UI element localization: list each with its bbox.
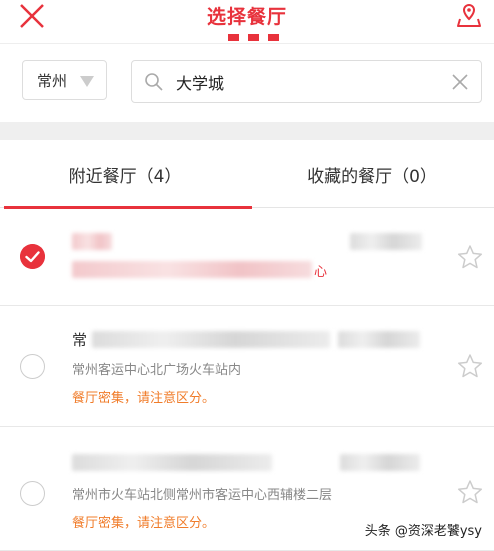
search-icon <box>145 73 163 91</box>
search-row: 常州 <box>0 44 494 122</box>
tab-favorite-restaurants[interactable]: 收藏的餐厅（0） <box>250 140 494 208</box>
search-input[interactable] <box>176 67 426 97</box>
city-select-label: 常州 <box>37 71 68 90</box>
blurred-distance <box>338 331 420 348</box>
restaurant-address: 常州市火车站北侧常州市客运中心西辅楼二层 <box>72 488 333 503</box>
address-tail: 心 <box>314 265 328 280</box>
header-bar: 选择餐厅 <box>0 0 494 44</box>
dropdown-triangle-icon <box>80 76 94 87</box>
blurred-distance <box>340 454 420 471</box>
search-box[interactable] <box>131 60 482 103</box>
step-dot <box>228 34 239 41</box>
radio-button[interactable] <box>20 481 45 506</box>
tab-bar: 附近餐厅（4） 收藏的餐厅（0） <box>0 140 494 209</box>
list-item[interactable]: 常 常州客运中心北广场火车站内 餐厅密集，请注意区分。 <box>0 307 494 427</box>
checked-radio-icon[interactable] <box>20 244 45 269</box>
radio-button[interactable] <box>20 354 45 379</box>
step-dot <box>268 34 279 41</box>
blurred-name <box>72 233 112 250</box>
city-select[interactable]: 常州 <box>22 60 107 100</box>
star-icon[interactable] <box>456 478 484 506</box>
step-dot <box>248 34 259 41</box>
step-indicator <box>228 34 279 41</box>
restaurant-name: 常 <box>72 331 88 349</box>
watermark: 头条 @资深老饕ysy <box>364 524 482 539</box>
list-item[interactable]: 心 <box>0 209 494 306</box>
section-divider <box>0 122 494 140</box>
blurred-name <box>72 454 272 471</box>
page-title: 选择餐厅 <box>206 6 287 28</box>
restaurant-address: 常州客运中心北广场火车站内 <box>72 363 242 378</box>
blurred-name <box>92 331 330 348</box>
restaurant-note: 餐厅密集，请注意区分。 <box>72 516 216 531</box>
star-icon[interactable] <box>456 243 484 271</box>
clear-icon[interactable] <box>451 73 469 91</box>
blurred-address <box>72 261 312 278</box>
restaurant-note: 餐厅密集，请注意区分。 <box>72 391 216 406</box>
blurred-distance <box>350 233 422 250</box>
star-icon[interactable] <box>456 352 484 380</box>
map-location-icon[interactable] <box>456 2 482 28</box>
tab-nearby-restaurants[interactable]: 附近餐厅（4） <box>0 140 250 208</box>
